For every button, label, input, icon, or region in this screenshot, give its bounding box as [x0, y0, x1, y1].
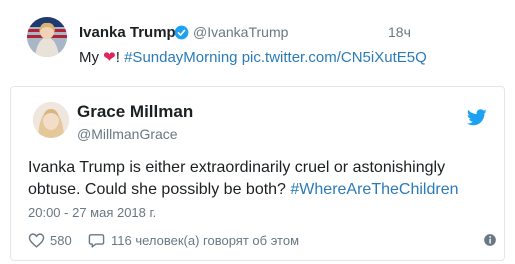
tweet-date[interactable]: 20:00 - 27 мая 2018 г.	[28, 205, 156, 220]
timestamp[interactable]: 18ч	[388, 24, 411, 40]
verified-badge-icon	[174, 25, 189, 40]
hashtag-link[interactable]: #SundayMorning	[124, 49, 237, 66]
hashtag-link[interactable]: #WhereAreTheChildren	[290, 181, 458, 198]
heart-icon: ❤	[103, 49, 116, 66]
like-heart-outline-icon[interactable]	[28, 232, 45, 249]
info-icon[interactable]	[483, 233, 497, 247]
avatar[interactable]	[33, 102, 69, 138]
tweet-actions: 580 116 человек(а) говорят об этом	[28, 232, 498, 252]
tweet-text-prefix: My	[79, 49, 104, 66]
conversation-count[interactable]: 116 человек(а) говорят об этом	[111, 233, 299, 248]
twitter-bird-icon[interactable]	[467, 109, 487, 126]
avatar[interactable]	[27, 17, 67, 57]
speech-bubble-icon[interactable]	[88, 232, 105, 249]
tweet-text-punct: !	[115, 49, 125, 66]
media-link[interactable]: pic.twitter.com/CN5iXutE5Q	[242, 49, 427, 66]
author-handle[interactable]: @MillmanGrace	[77, 126, 178, 142]
author-name[interactable]: Ivanka Trump	[79, 24, 176, 41]
author-name[interactable]: Grace Millman	[77, 102, 193, 122]
like-count: 580	[50, 233, 72, 248]
tweet-text: My ❤! #SundayMorning pic.twitter.com/CN5…	[79, 48, 427, 66]
embedded-tweet-card: Grace Millman @MillmanGrace Ivanka Trump…	[10, 86, 505, 261]
tweet-text: Ivanka Trump is either extraordinarily c…	[28, 157, 498, 201]
quoted-tweet: Ivanka Trump @IvankaTrump 18ч My ❤! #Sun…	[0, 0, 515, 85]
author-handle[interactable]: @IvankaTrump	[193, 24, 288, 40]
